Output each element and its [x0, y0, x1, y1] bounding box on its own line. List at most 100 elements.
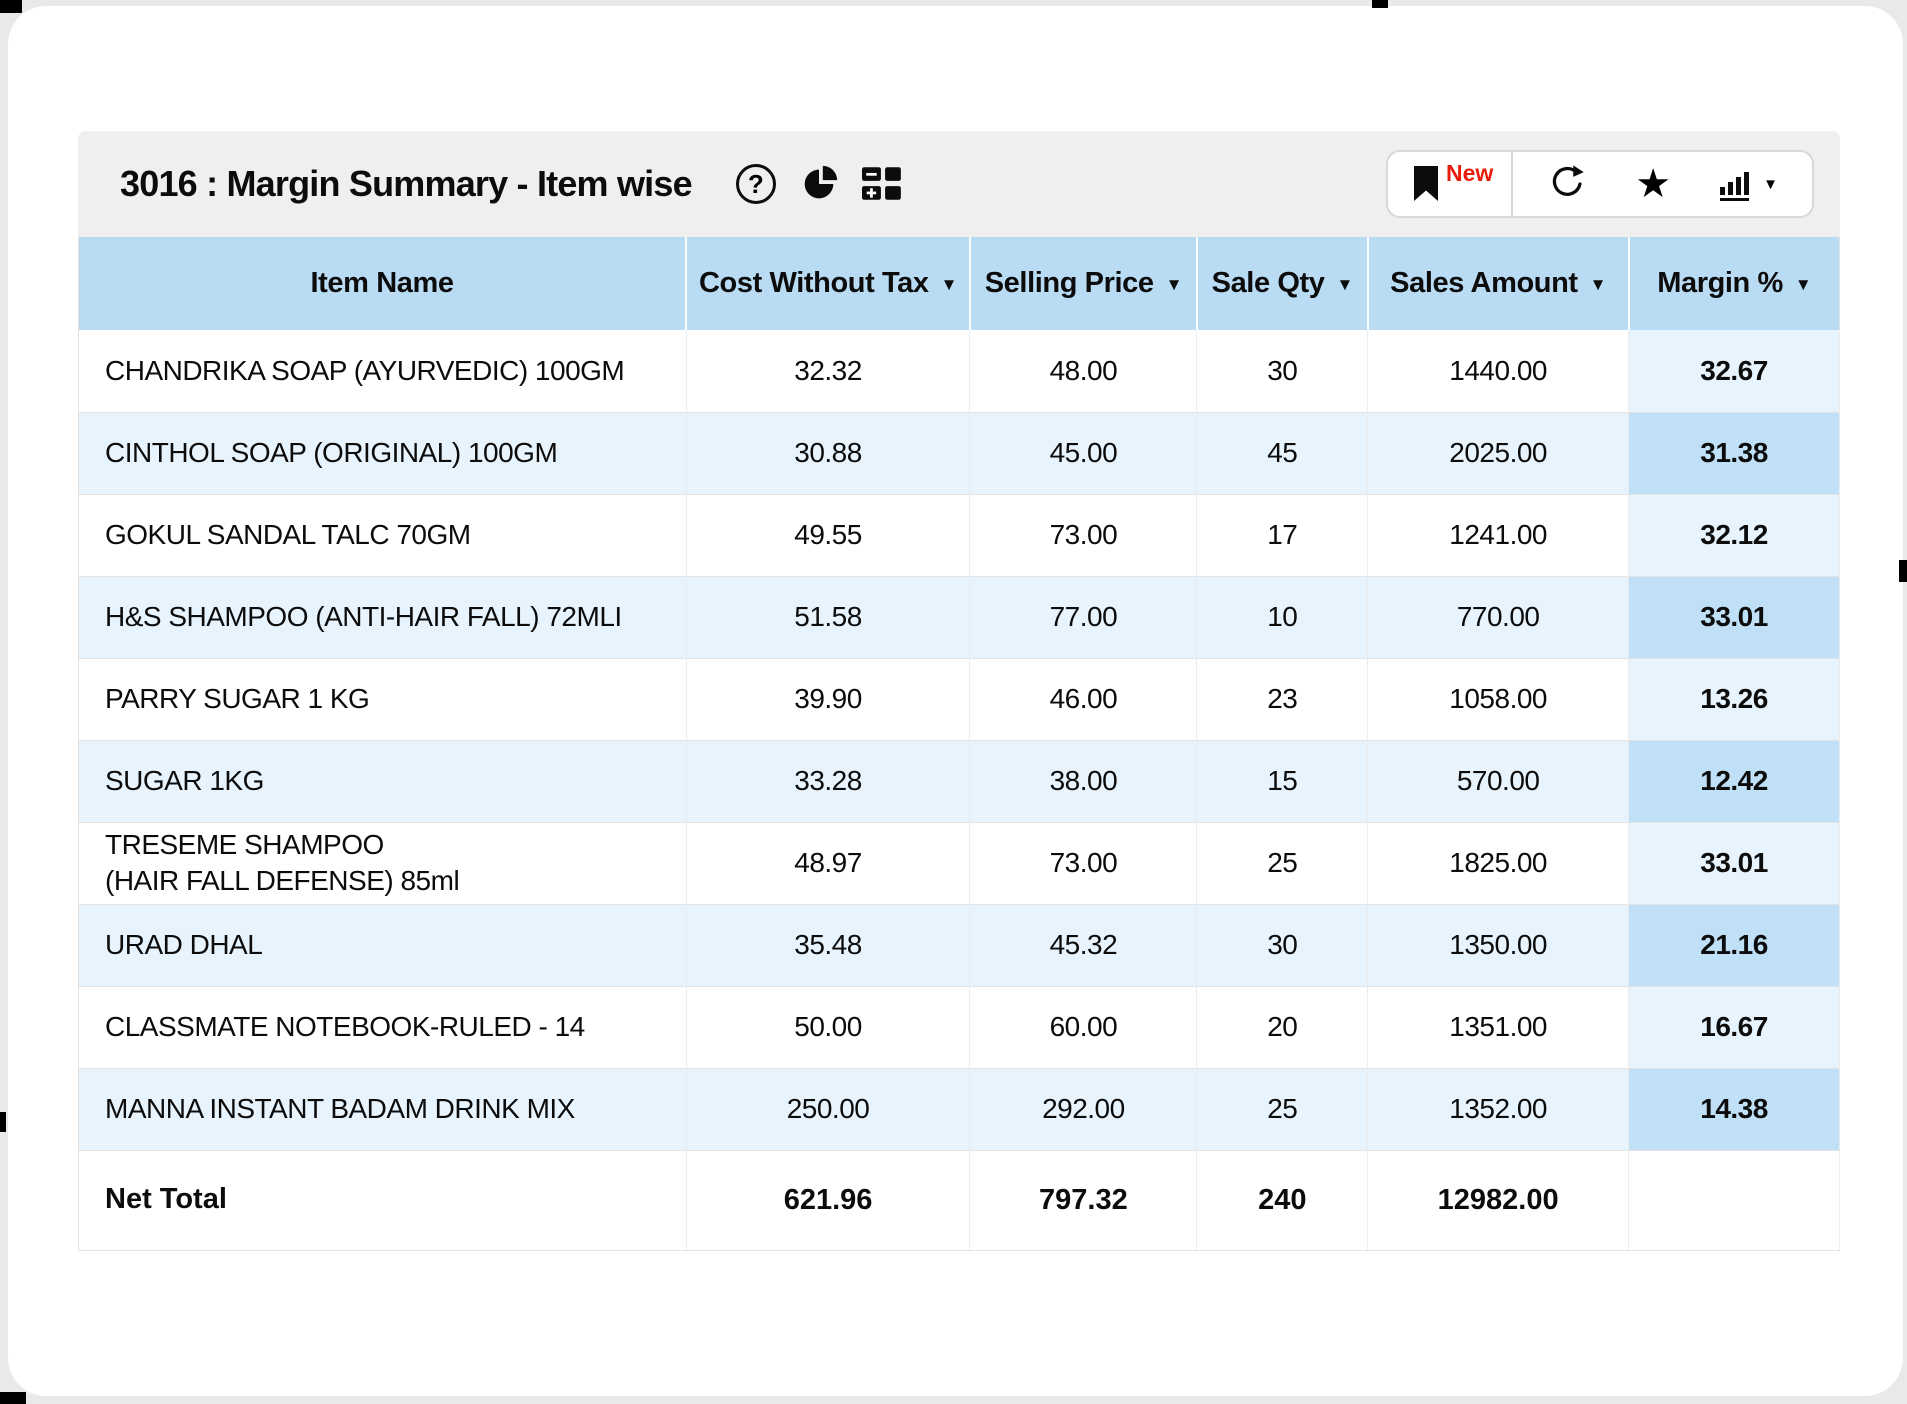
screen-edge-mark	[1899, 560, 1907, 582]
cell-amount: 1351.00	[1368, 986, 1629, 1068]
table-header-row: Item Name Cost Without Tax Selling Price…	[79, 237, 1840, 330]
cell-cost: 50.00	[686, 986, 970, 1068]
cell-amount: 1440.00	[1368, 330, 1629, 412]
cell-price: 73.00	[970, 494, 1197, 576]
toolbar-actions	[1513, 152, 1812, 216]
cell-qty: 25	[1197, 822, 1368, 904]
col-header-sales-amount[interactable]: Sales Amount	[1368, 237, 1629, 330]
cell-item-name: PARRY SUGAR 1 KG	[79, 658, 687, 740]
title-icon-group	[736, 162, 904, 206]
cell-amount: 1350.00	[1368, 904, 1629, 986]
col-header-selling-price[interactable]: Selling Price	[970, 237, 1197, 330]
cell-cost: 32.32	[686, 330, 970, 412]
net-total-row: Net Total 621.96 797.32 240 12982.00	[79, 1150, 1840, 1250]
net-total-margin	[1629, 1150, 1840, 1250]
cell-item-name: GOKUL SANDAL TALC 70GM	[79, 494, 687, 576]
report-toolbar: New	[1386, 150, 1814, 218]
pie-chart-icon	[798, 162, 840, 206]
cell-margin: 33.01	[1629, 822, 1840, 904]
report-container: 3016 : Margin Summary - Item wise	[78, 131, 1840, 1251]
cell-amount: 1352.00	[1368, 1068, 1629, 1150]
cell-margin: 32.12	[1629, 494, 1840, 576]
bookmark-section: New	[1388, 152, 1513, 216]
net-total-price: 797.32	[970, 1150, 1197, 1250]
summary-blocks-button[interactable]	[862, 166, 904, 202]
cell-item-name: CHANDRIKA SOAP (AYURVEDIC) 100GM	[79, 330, 687, 412]
bar-chart-icon	[1717, 165, 1755, 203]
margin-summary-table: Item Name Cost Without Tax Selling Price…	[78, 237, 1840, 1251]
table-row: CINTHOL SOAP (ORIGINAL) 100GM 30.88 45.0…	[79, 412, 1840, 494]
cell-amount: 1241.00	[1368, 494, 1629, 576]
screen-edge-mark	[1372, 0, 1388, 8]
help-icon	[736, 164, 776, 204]
net-total-label: Net Total	[79, 1150, 687, 1250]
cell-cost: 33.28	[686, 740, 970, 822]
cell-margin: 12.42	[1629, 740, 1840, 822]
net-total-qty: 240	[1197, 1150, 1368, 1250]
cell-cost: 39.90	[686, 658, 970, 740]
cell-cost: 48.97	[686, 822, 970, 904]
cell-item-name: CLASSMATE NOTEBOOK-RULED - 14	[79, 986, 687, 1068]
cell-qty: 17	[1197, 494, 1368, 576]
cell-price: 45.00	[970, 412, 1197, 494]
cell-qty: 25	[1197, 1068, 1368, 1150]
cell-price: 48.00	[970, 330, 1197, 412]
cell-cost: 30.88	[686, 412, 970, 494]
col-header-item-name[interactable]: Item Name	[79, 237, 687, 330]
cell-cost: 35.48	[686, 904, 970, 986]
cell-price: 45.32	[970, 904, 1197, 986]
cell-price: 46.00	[970, 658, 1197, 740]
cell-item-name: URAD DHAL	[79, 904, 687, 986]
net-total-amount: 12982.00	[1368, 1150, 1629, 1250]
cell-margin: 33.01	[1629, 576, 1840, 658]
chart-view-button[interactable]	[1717, 165, 1778, 203]
help-button[interactable]	[736, 164, 776, 204]
cell-amount: 2025.00	[1368, 412, 1629, 494]
cell-margin: 32.67	[1629, 330, 1840, 412]
screen-edge-mark	[0, 1112, 6, 1132]
cell-price: 60.00	[970, 986, 1197, 1068]
cell-qty: 20	[1197, 986, 1368, 1068]
cell-qty: 15	[1197, 740, 1368, 822]
cell-qty: 10	[1197, 576, 1368, 658]
cell-margin: 21.16	[1629, 904, 1840, 986]
col-header-cost-without-tax[interactable]: Cost Without Tax	[686, 237, 970, 330]
col-header-sale-qty[interactable]: Sale Qty	[1197, 237, 1368, 330]
screen-edge-mark	[0, 1392, 26, 1404]
table-row: TRESEME SHAMPOO (HAIR FALL DEFENSE) 85ml…	[79, 822, 1840, 904]
table-row: CHANDRIKA SOAP (AYURVEDIC) 100GM 32.32 4…	[79, 330, 1840, 412]
page-title: 3016 : Margin Summary - Item wise	[120, 163, 692, 205]
cell-cost: 51.58	[686, 576, 970, 658]
cell-price: 38.00	[970, 740, 1197, 822]
sort-caret-icon	[1590, 275, 1606, 295]
cell-qty: 30	[1197, 330, 1368, 412]
sort-caret-icon	[1166, 275, 1182, 295]
table-row: SUGAR 1KG 33.28 38.00 15 570.00 12.42	[79, 740, 1840, 822]
summary-blocks-icon	[862, 166, 904, 202]
cell-item-name: TRESEME SHAMPOO (HAIR FALL DEFENSE) 85ml	[79, 822, 687, 904]
cell-price: 292.00	[970, 1068, 1197, 1150]
cell-qty: 23	[1197, 658, 1368, 740]
table-row: H&S SHAMPOO (ANTI-HAIR FALL) 72MLI 51.58…	[79, 576, 1840, 658]
cell-margin: 16.67	[1629, 986, 1840, 1068]
screen-edge-mark	[0, 0, 22, 13]
sort-caret-icon	[941, 275, 957, 295]
table-row: GOKUL SANDAL TALC 70GM 49.55 73.00 17 12…	[79, 494, 1840, 576]
cell-qty: 30	[1197, 904, 1368, 986]
cell-amount: 570.00	[1368, 740, 1629, 822]
pie-chart-button[interactable]	[798, 162, 840, 206]
refresh-button[interactable]	[1547, 163, 1589, 205]
report-titlebar: 3016 : Margin Summary - Item wise	[78, 131, 1840, 237]
star-icon	[1635, 164, 1671, 204]
col-header-margin-pct[interactable]: Margin %	[1629, 237, 1840, 330]
cell-qty: 45	[1197, 412, 1368, 494]
cell-margin: 31.38	[1629, 412, 1840, 494]
table-row: MANNA INSTANT BADAM DRINK MIX 250.00 292…	[79, 1068, 1840, 1150]
table-row: CLASSMATE NOTEBOOK-RULED - 14 50.00 60.0…	[79, 986, 1840, 1068]
chevron-down-icon	[1763, 176, 1778, 193]
favorite-button[interactable]	[1635, 164, 1671, 204]
bookmark-button[interactable]: New	[1412, 165, 1493, 203]
sort-caret-icon	[1336, 275, 1352, 295]
cell-amount: 1058.00	[1368, 658, 1629, 740]
sort-caret-icon	[1795, 275, 1811, 295]
